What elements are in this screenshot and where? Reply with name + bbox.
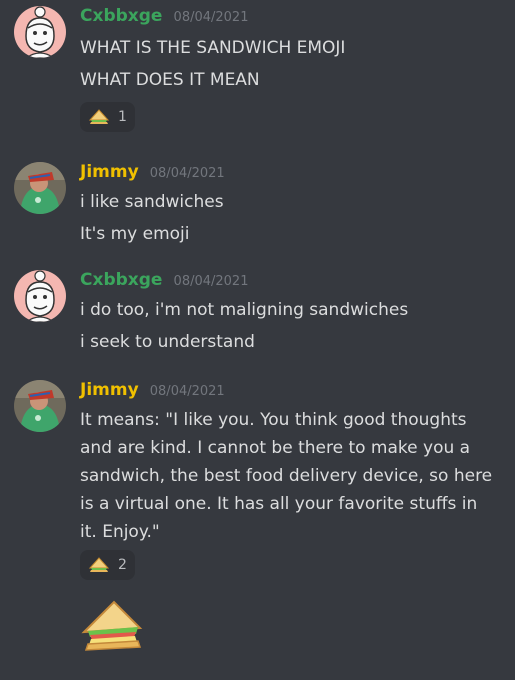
timestamp: 08/04/2021 (149, 384, 225, 399)
message-content: WHAT IS THE SANDWICH EMOJI WHAT DOES IT … (80, 34, 501, 94)
avatar-cxbbxge[interactable] (14, 6, 66, 58)
message-line: i do too, i'm not maligning sandwiches (80, 300, 409, 320)
avatar-cxbbxge[interactable] (14, 270, 66, 322)
cartoon-face-avatar-icon (14, 270, 66, 322)
avatar-jimmy[interactable] (14, 380, 66, 432)
message-header: Cxbbxge 08/04/2021 (80, 270, 248, 290)
message-text: It means: "I like you. You think good th… (80, 410, 493, 542)
timestamp: 08/04/2021 (173, 10, 249, 25)
message-line: It's my emoji (80, 224, 190, 244)
sandwich-icon (81, 600, 143, 651)
photo-avatar-icon (14, 162, 66, 214)
reaction-count: 1 (118, 109, 127, 125)
large-sandwich-emoji (80, 598, 144, 656)
sandwich-icon (88, 109, 110, 124)
message-content: It means: "I like you. You think good th… (80, 406, 499, 546)
message-header: Jimmy 08/04/2021 (80, 162, 225, 182)
message-line: i seek to understand (80, 332, 255, 352)
message-content: i like sandwiches It's my emoji (80, 188, 501, 248)
reaction-count: 2 (118, 557, 127, 573)
author-name[interactable]: Jimmy (80, 162, 139, 182)
author-name[interactable]: Cxbbxge (80, 270, 162, 290)
sandwich-icon (88, 557, 110, 572)
message-header: Jimmy 08/04/2021 (80, 380, 225, 400)
avatar-jimmy[interactable] (14, 162, 66, 214)
photo-avatar-icon (14, 380, 66, 432)
reaction-sandwich[interactable]: 2 (80, 550, 135, 580)
cartoon-face-avatar-icon (14, 6, 66, 58)
message-line: WHAT DOES IT MEAN (80, 70, 260, 90)
author-name[interactable]: Jimmy (80, 380, 139, 400)
author-name[interactable]: Cxbbxge (80, 6, 162, 26)
message-header: Cxbbxge 08/04/2021 (80, 6, 248, 26)
message-content: i do too, i'm not maligning sandwiches i… (80, 296, 501, 356)
timestamp: 08/04/2021 (149, 166, 225, 181)
reaction-sandwich[interactable]: 1 (80, 102, 135, 132)
timestamp: 08/04/2021 (173, 274, 249, 289)
message-line: i like sandwiches (80, 192, 224, 212)
message-line: WHAT IS THE SANDWICH EMOJI (80, 38, 346, 58)
